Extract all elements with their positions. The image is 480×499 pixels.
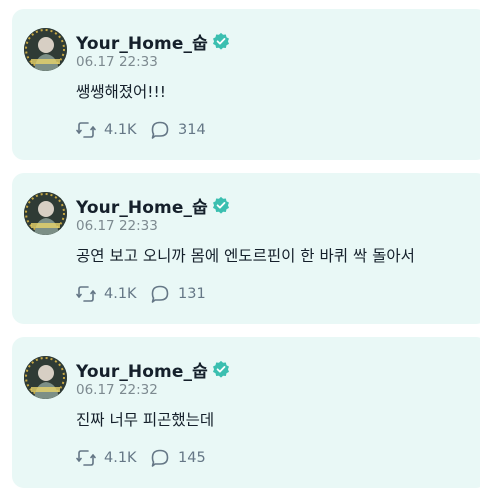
verified-badge-icon	[212, 196, 229, 214]
post-actions: 4.1K 145	[76, 448, 206, 468]
avatar[interactable]	[24, 28, 67, 71]
author-name[interactable]: Your_Home_숩	[76, 357, 208, 382]
author-row: Your_Home_숩	[76, 193, 230, 218]
reply-button[interactable]: 145	[150, 448, 206, 468]
reply-bubble-icon	[151, 449, 169, 467]
reply-count: 314	[178, 122, 206, 138]
retweet-button[interactable]: 4.1K	[76, 284, 150, 304]
reply-button[interactable]: 131	[150, 284, 206, 304]
retweet-count: 4.1K	[104, 450, 137, 466]
post-timestamp: 06.17 22:32	[76, 382, 158, 398]
reply-bubble-icon	[151, 285, 169, 303]
post-text: 진짜 너무 피곤했는데	[76, 411, 215, 429]
post-actions: 4.1K 314	[76, 120, 206, 140]
author-name[interactable]: Your_Home_숩	[76, 193, 208, 218]
post-card[interactable]: Your_Home_숩 06.17 22:32 진짜 너무 피곤했는데 4.1K	[12, 337, 480, 488]
reply-count: 131	[178, 286, 206, 302]
reply-button[interactable]: 314	[150, 120, 206, 140]
verified-badge-icon	[212, 32, 229, 50]
avatar[interactable]	[24, 356, 67, 399]
retweet-count: 4.1K	[104, 286, 137, 302]
post-card[interactable]: Your_Home_숩 06.17 22:33 쌩쌩해졌어!!! 4.1K 31…	[12, 9, 480, 160]
author-name[interactable]: Your_Home_숩	[76, 29, 208, 54]
retweet-icon	[76, 122, 96, 138]
retweet-icon	[76, 286, 96, 302]
post-card[interactable]: Your_Home_숩 06.17 22:33 공연 보고 오니까 몸에 엔도르…	[12, 173, 480, 324]
reply-count: 145	[178, 450, 206, 466]
post-text: 공연 보고 오니까 몸에 엔도르핀이 한 바퀴 싹 돌아서	[76, 247, 415, 265]
retweet-button[interactable]: 4.1K	[76, 120, 150, 140]
retweet-button[interactable]: 4.1K	[76, 448, 150, 468]
post-timestamp: 06.17 22:33	[76, 218, 158, 234]
post-feed: Your_Home_숩 06.17 22:33 쌩쌩해졌어!!! 4.1K 31…	[0, 0, 480, 499]
retweet-count: 4.1K	[104, 122, 137, 138]
verified-badge-icon	[212, 360, 229, 378]
post-text: 쌩쌩해졌어!!!	[76, 83, 166, 101]
author-row: Your_Home_숩	[76, 357, 230, 382]
reply-bubble-icon	[151, 121, 169, 139]
post-timestamp: 06.17 22:33	[76, 54, 158, 70]
avatar[interactable]	[24, 192, 67, 235]
retweet-icon	[76, 450, 96, 466]
author-row: Your_Home_숩	[76, 29, 230, 54]
post-actions: 4.1K 131	[76, 284, 206, 304]
